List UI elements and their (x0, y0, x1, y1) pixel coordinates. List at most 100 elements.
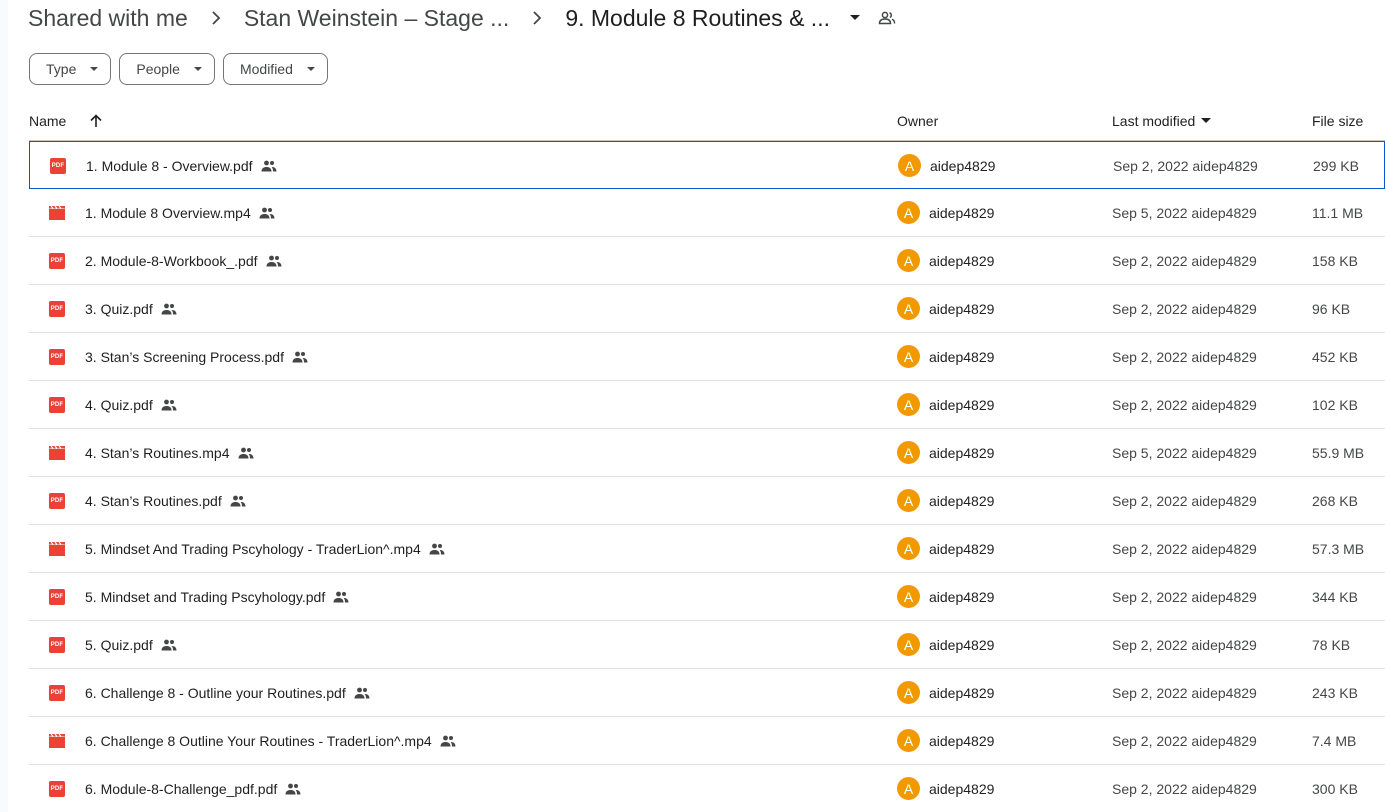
owner-name: aidep4829 (929, 348, 995, 365)
shared-icon (266, 255, 282, 267)
last-modified-cell: Sep 2, 2022 aidep4829 (1112, 540, 1257, 557)
avatar[interactable]: A (897, 297, 920, 320)
last-modified-cell: Sep 5, 2022 aidep4829 (1112, 204, 1257, 221)
file-name-cell: 5. Quiz.pdf (85, 621, 177, 668)
avatar[interactable]: A (897, 633, 920, 656)
file-size-cell: 268 KB (1312, 492, 1358, 509)
file-name-cell: 3. Stan’s Screening Process.pdf (85, 333, 308, 380)
owner-name: aidep4829 (929, 684, 995, 701)
file-row[interactable]: 4. Stan’s Routines.mp4 A aidep4829 Sep 5… (29, 429, 1385, 477)
file-name: 4. Quiz.pdf (85, 396, 153, 413)
file-name-cell: 3. Quiz.pdf (85, 285, 177, 332)
last-modified-cell: Sep 2, 2022 aidep4829 (1112, 348, 1257, 365)
file-name: 1. Module 8 Overview.mp4 (85, 204, 251, 221)
avatar[interactable]: A (897, 393, 920, 416)
pdf-file-icon: PDF (49, 492, 65, 509)
file-row[interactable]: PDF 3. Stan’s Screening Process.pdf A ai… (29, 333, 1385, 381)
avatar[interactable]: A (898, 154, 921, 177)
owner-name: aidep4829 (929, 396, 995, 413)
owner-cell: A aidep4829 (897, 573, 994, 620)
avatar[interactable]: A (897, 345, 920, 368)
folder-actions-dropdown[interactable] (849, 15, 860, 21)
filter-type-chip[interactable]: Type (29, 53, 112, 85)
file-type-icon-cell: PDF (49, 669, 65, 716)
file-name-cell: 5. Mindset And Trading Pscyhology - Trad… (85, 525, 445, 572)
file-size-cell: 243 KB (1312, 684, 1358, 701)
shared-icon (429, 543, 445, 555)
last-modified-cell: Sep 2, 2022 aidep4829 (1112, 300, 1257, 317)
file-list: PDF 1. Module 8 - Overview.pdf A aidep48… (29, 141, 1385, 812)
column-header-name[interactable]: Name (29, 100, 66, 141)
owner-name: aidep4829 (929, 780, 995, 797)
file-name-cell: 2. Module-8-Workbook_.pdf (85, 237, 282, 284)
file-size-cell: 102 KB (1312, 396, 1358, 413)
file-row[interactable]: PDF 6. Challenge 8 - Outline your Routin… (29, 669, 1385, 717)
filter-modified-label: Modified (239, 61, 293, 77)
file-type-icon-cell: PDF (49, 573, 65, 620)
shared-icon (292, 351, 308, 363)
avatar[interactable]: A (897, 729, 920, 752)
pdf-file-icon: PDF (49, 252, 65, 269)
file-name: 5. Quiz.pdf (85, 636, 153, 653)
file-size-cell: 7.4 MB (1312, 732, 1357, 749)
avatar[interactable]: A (897, 585, 920, 608)
avatar[interactable]: A (897, 537, 920, 560)
breadcrumb-shared-with-me[interactable]: Shared with me (28, 5, 188, 32)
file-name: 1. Module 8 - Overview.pdf (86, 157, 253, 174)
shared-icon (261, 160, 277, 172)
file-row[interactable]: PDF 3. Quiz.pdf A aidep4829 Sep 2, 2022 … (29, 285, 1385, 333)
shared-icon (285, 783, 301, 795)
file-type-icon-cell (49, 525, 65, 572)
file-size-cell: 158 KB (1312, 252, 1358, 269)
owner-cell: A aidep4829 (897, 525, 994, 572)
column-header-file-size[interactable]: File size (1312, 100, 1363, 141)
file-row[interactable]: 6. Challenge 8 Outline Your Routines - T… (29, 717, 1385, 765)
avatar[interactable]: A (897, 201, 920, 224)
column-header-owner[interactable]: Owner (897, 100, 938, 141)
video-file-icon (49, 205, 65, 221)
caret-down-icon (193, 66, 202, 72)
owner-cell: A aidep4829 (897, 381, 994, 428)
file-row[interactable]: 1. Module 8 Overview.mp4 A aidep4829 Sep… (29, 189, 1385, 237)
file-size-cell: 11.1 MB (1312, 204, 1364, 221)
file-row[interactable]: PDF 5. Mindset and Trading Pscyhology.pd… (29, 573, 1385, 621)
filter-modified-chip[interactable]: Modified (222, 53, 328, 85)
file-type-icon-cell: PDF (50, 142, 66, 189)
left-panel-edge (0, 0, 8, 812)
filter-type-label: Type (46, 61, 77, 77)
file-row[interactable]: 5. Mindset And Trading Pscyhology - Trad… (29, 525, 1385, 573)
shared-icon (354, 687, 370, 699)
caret-down-icon (1201, 117, 1212, 123)
last-modified-cell: Sep 2, 2022 aidep4829 (1112, 684, 1257, 701)
file-name: 6. Module-8-Challenge_pdf.pdf (85, 780, 278, 797)
owner-name: aidep4829 (929, 204, 995, 221)
filter-people-chip[interactable]: People (119, 53, 215, 85)
sort-ascending-arrow-icon[interactable] (89, 100, 103, 141)
pdf-file-icon: PDF (49, 588, 65, 605)
last-modified-cell: Sep 2, 2022 aidep4829 (1113, 157, 1258, 174)
avatar[interactable]: A (897, 777, 920, 800)
chevron-right-icon (509, 11, 565, 25)
file-name: 3. Quiz.pdf (85, 300, 153, 317)
avatar[interactable]: A (897, 681, 920, 704)
owner-cell: A aidep4829 (898, 142, 995, 189)
file-row[interactable]: PDF 2. Module-8-Workbook_.pdf A aidep482… (29, 237, 1385, 285)
breadcrumb-current-folder[interactable]: 9. Module 8 Routines & ... (565, 5, 830, 32)
avatar[interactable]: A (897, 489, 920, 512)
pdf-file-icon: PDF (49, 300, 65, 317)
owner-cell: A aidep4829 (897, 477, 994, 524)
shared-people-icon[interactable] (878, 11, 896, 25)
file-row[interactable]: PDF 4. Stan’s Routines.pdf A aidep4829 S… (29, 477, 1385, 525)
avatar[interactable]: A (897, 441, 920, 464)
file-row[interactable]: PDF 1. Module 8 - Overview.pdf A aidep48… (29, 141, 1385, 189)
file-row[interactable]: PDF 5. Quiz.pdf A aidep4829 Sep 2, 2022 … (29, 621, 1385, 669)
breadcrumb-parent-folder[interactable]: Stan Weinstein – Stage ... (244, 5, 510, 32)
caret-down-icon (90, 66, 99, 72)
pdf-file-icon: PDF (49, 348, 65, 365)
file-row[interactable]: PDF 4. Quiz.pdf A aidep4829 Sep 2, 2022 … (29, 381, 1385, 429)
file-row[interactable]: PDF 6. Module-8-Challenge_pdf.pdf A aide… (29, 765, 1385, 812)
column-header-last-modified[interactable]: Last modified (1112, 100, 1212, 141)
file-type-icon-cell: PDF (49, 237, 65, 284)
avatar[interactable]: A (897, 249, 920, 272)
file-type-icon-cell: PDF (49, 477, 65, 524)
